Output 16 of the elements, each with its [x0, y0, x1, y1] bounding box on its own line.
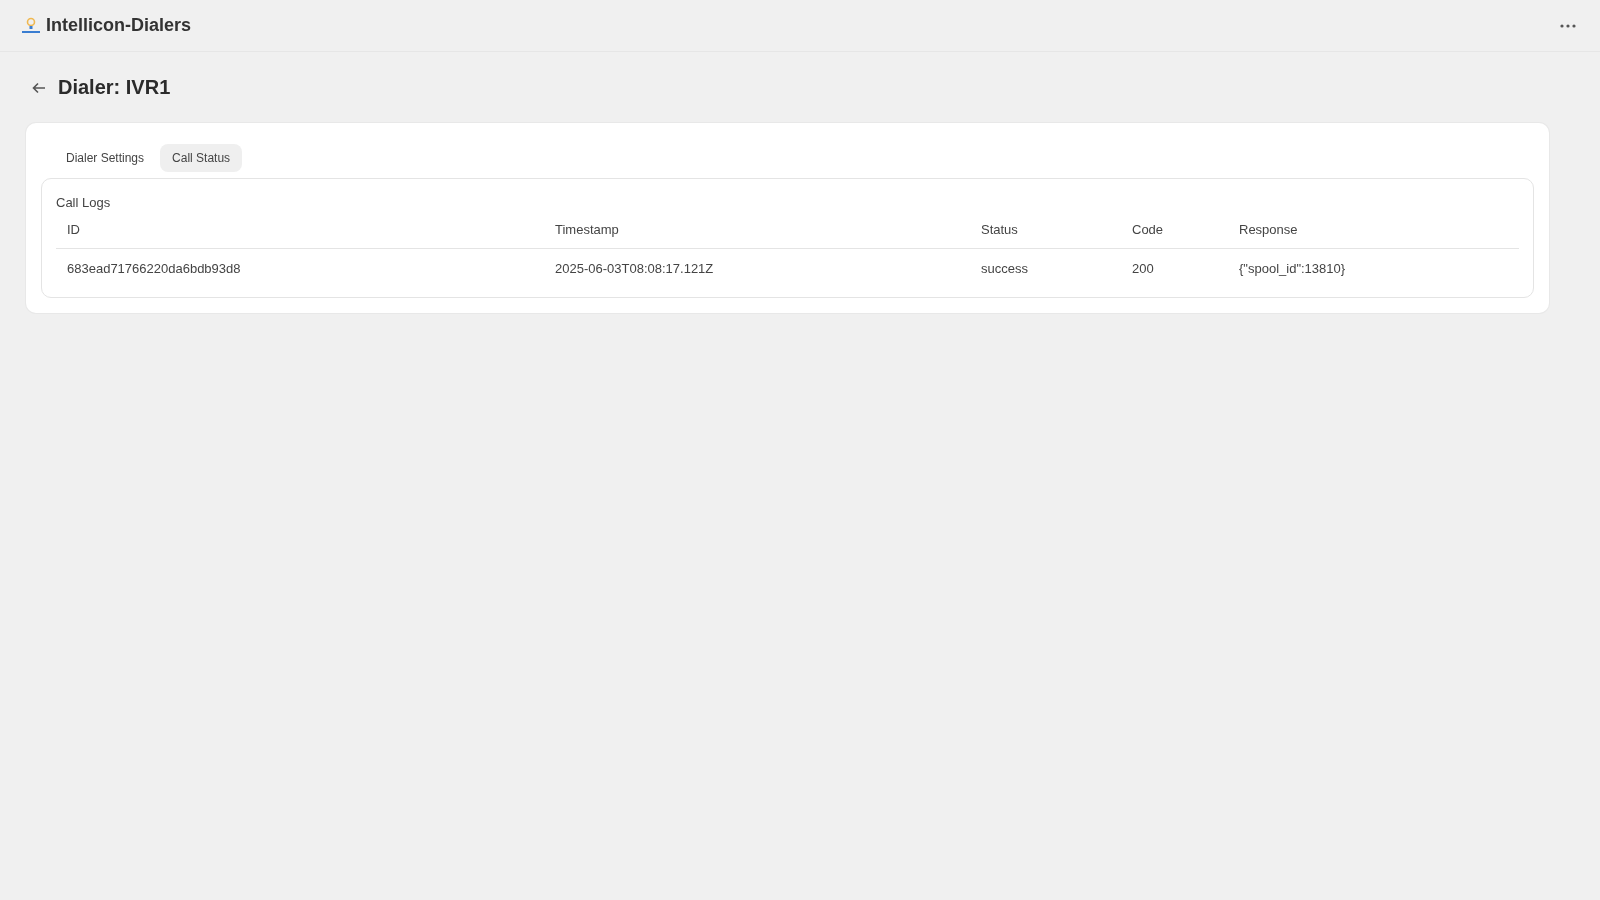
table-cell-text: success: [981, 260, 1029, 276]
table-cell-text: {"spool_id":13810}: [1239, 260, 1347, 276]
column-header: Status: [981, 221, 1019, 237]
column-header: Code: [1132, 221, 1165, 237]
column-header: ID: [67, 221, 81, 237]
column-header: Response: [1239, 221, 1299, 237]
app-title: Intellicon-Dialers: [46, 15, 192, 36]
logo-icon: [20, 16, 42, 35]
tab[interactable]: Call Status: [160, 144, 243, 172]
section-title: Call Logs: [56, 195, 112, 210]
table-cell-text: 2025-06-03T08:08:17.121Z: [555, 260, 715, 276]
column-header: Timestamp: [555, 221, 620, 237]
tab[interactable]: Dialer Settings: [54, 144, 157, 172]
table-cell-text: 683ead71766220da6bdb93d8: [67, 260, 242, 276]
table-cell-text: 200: [1132, 260, 1155, 276]
page-title: Dialer: IVR1: [58, 76, 171, 99]
